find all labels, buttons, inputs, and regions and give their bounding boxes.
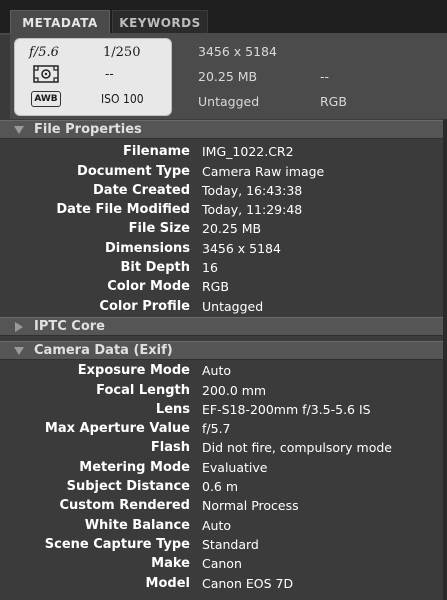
tab-bar: METADATA KEYWORDS	[0, 0, 447, 34]
property-row: Max Aperture Value f/5.7	[0, 419, 447, 439]
property-row: Color Mode RGB	[0, 277, 447, 297]
metering-icon	[33, 65, 59, 83]
scrollbar-track[interactable]	[443, 119, 447, 600]
property-row: File Size 20.25 MB	[0, 219, 447, 239]
section-iptc-core[interactable]: IPTC Core	[0, 317, 447, 336]
property-label: File Size	[128, 221, 190, 237]
exposure-comp-value: --	[105, 67, 114, 81]
property-label: Focal Length	[96, 382, 190, 398]
property-label: Max Aperture Value	[44, 421, 190, 437]
property-row: Dimensions 3456 x 5184	[0, 239, 447, 259]
property-row: Exposure Mode Auto	[0, 361, 447, 381]
property-label: Scene Capture Type	[44, 536, 190, 552]
section-file-properties[interactable]: File Properties	[0, 120, 447, 139]
property-label: Model	[145, 575, 190, 591]
property-label: Flash	[150, 440, 190, 456]
property-value[interactable]: Auto	[202, 518, 231, 533]
property-label: Color Profile	[99, 298, 190, 314]
summary-color-profile: Untagged	[198, 94, 260, 109]
property-value[interactable]: RGB	[202, 279, 229, 294]
property-value[interactable]: Today, 16:43:38	[202, 183, 302, 198]
property-label: Metering Mode	[79, 459, 190, 475]
property-row: Document Type Camera Raw image	[0, 161, 447, 181]
property-value[interactable]: Canon EOS 7D	[202, 576, 293, 591]
property-value[interactable]: Camera Raw image	[202, 164, 324, 179]
property-label: Custom Rendered	[59, 498, 191, 514]
property-row: Scene Capture Type Standard	[0, 535, 447, 555]
property-value[interactable]: 200.0 mm	[202, 383, 266, 398]
property-row: Make Canon	[0, 554, 447, 574]
property-label: Document Type	[77, 163, 190, 179]
expanded-triangle-icon	[14, 346, 24, 356]
property-row: Subject Distance 0.6 m	[0, 477, 447, 497]
property-label: Date Created	[93, 182, 190, 198]
property-label: Subject Distance	[66, 479, 190, 495]
collapsed-triangle-icon	[14, 321, 24, 332]
tab-keywords[interactable]: KEYWORDS	[112, 10, 208, 34]
property-row: Lens EF-S18-200mm f/3.5-5.6 IS	[0, 400, 447, 420]
section-camera-data[interactable]: Camera Data (Exif)	[0, 341, 447, 360]
property-label: Exposure Mode	[77, 363, 190, 379]
summary-extra: --	[320, 69, 330, 84]
shutter-value: 1/250	[103, 45, 141, 60]
property-value[interactable]: 16	[202, 260, 218, 275]
property-label: Color Mode	[107, 279, 190, 295]
property-row: Custom Rendered Normal Process	[0, 496, 447, 516]
section-label: File Properties	[34, 122, 142, 137]
property-label: Lens	[155, 401, 190, 417]
property-row: Flash Did not fire, compulsory mode	[0, 438, 447, 458]
property-row: Bit Depth 16	[0, 258, 447, 278]
property-value[interactable]: Canon	[202, 556, 242, 571]
property-value[interactable]: Normal Process	[202, 498, 299, 513]
property-label: Make	[151, 556, 190, 572]
summary-left-strip	[0, 35, 10, 119]
metadata-summary: f/5.6 1/250 -- AWB ISO 100 3456 x 5184 2…	[0, 35, 447, 119]
property-value[interactable]: f/5.7	[202, 421, 231, 436]
iso-value: ISO 100	[101, 92, 144, 106]
awb-icon: AWB	[31, 91, 61, 107]
property-label: Dimensions	[105, 240, 190, 256]
property-row: Filename IMG_1022.CR2	[0, 142, 447, 162]
property-row: Color Profile Untagged	[0, 296, 447, 316]
property-row: Model Canon EOS 7D	[0, 573, 447, 593]
property-value[interactable]: Today, 11:29:48	[202, 202, 302, 217]
expanded-triangle-icon	[14, 125, 24, 135]
property-value[interactable]: 3456 x 5184	[202, 241, 281, 256]
property-row: White Balance Auto	[0, 515, 447, 535]
property-label: White Balance	[84, 517, 190, 533]
property-row: Focal Length 200.0 mm	[0, 380, 447, 400]
section-label: IPTC Core	[34, 319, 105, 334]
property-label: Filename	[123, 144, 190, 160]
property-row: Metering Mode Evaluative	[0, 458, 447, 478]
tab-metadata[interactable]: METADATA	[10, 10, 110, 34]
property-label: Bit Depth	[120, 260, 191, 276]
property-value[interactable]: EF-S18-200mm f/3.5-5.6 IS	[202, 402, 371, 417]
property-value[interactable]: Untagged	[202, 299, 263, 314]
section-label: Camera Data (Exif)	[34, 343, 173, 358]
property-row: Date Created Today, 16:43:38	[0, 181, 447, 201]
summary-dimensions: 3456 x 5184	[198, 44, 277, 59]
summary-color-mode: RGB	[320, 94, 347, 109]
property-value[interactable]: Evaluative	[202, 460, 267, 475]
property-value[interactable]: Auto	[202, 363, 231, 378]
property-value[interactable]: Standard	[202, 537, 259, 552]
property-label: Date File Modified	[56, 202, 190, 218]
camera-settings-box: f/5.6 1/250 -- AWB ISO 100	[14, 38, 172, 116]
property-value[interactable]: Did not fire, compulsory mode	[202, 440, 392, 455]
summary-file-size: 20.25 MB	[198, 69, 258, 84]
property-value[interactable]: 0.6 m	[202, 479, 238, 494]
property-value[interactable]: IMG_1022.CR2	[202, 144, 294, 159]
property-row: Date File Modified Today, 11:29:48	[0, 200, 447, 220]
aperture-value: f/5.6	[29, 45, 59, 60]
property-value[interactable]: 20.25 MB	[202, 221, 261, 236]
